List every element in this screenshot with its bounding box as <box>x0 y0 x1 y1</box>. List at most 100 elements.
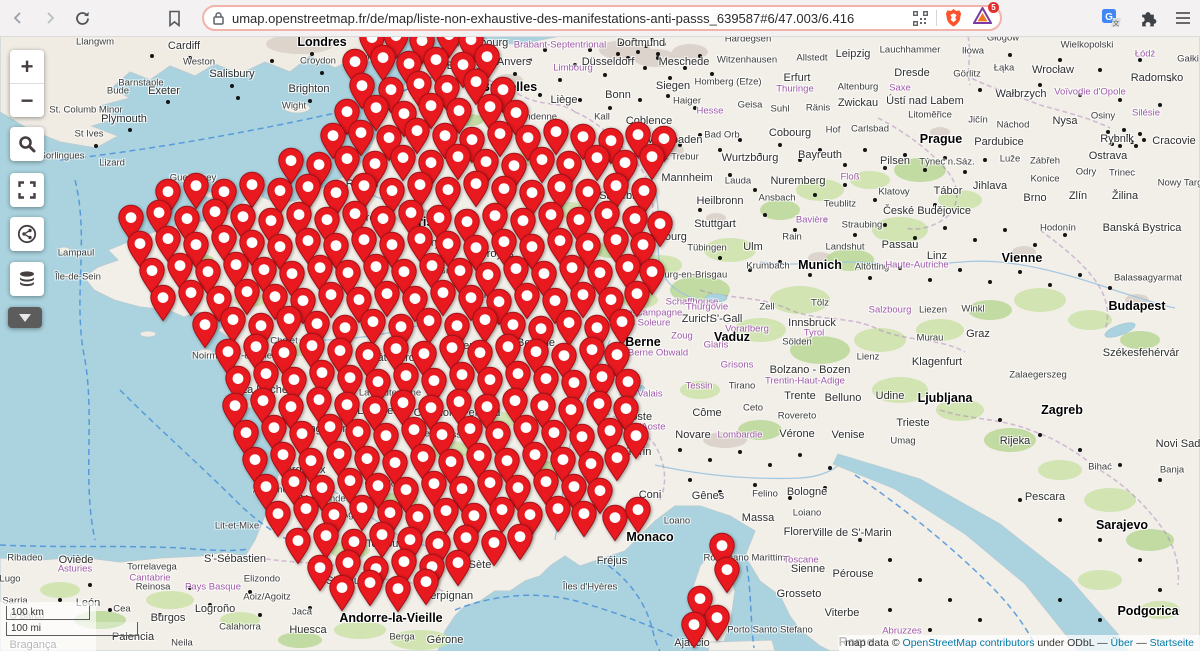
map-label: Dresde <box>894 67 929 79</box>
attribution-prefix: map data © <box>845 637 902 649</box>
city-dot <box>843 163 847 167</box>
map-label: Gérone <box>427 634 464 646</box>
scale-km: 100 km <box>6 606 90 620</box>
city-dot <box>813 193 817 197</box>
city-dot <box>150 54 154 58</box>
map-label: Zwickau <box>838 97 878 109</box>
layers-button[interactable] <box>10 262 44 296</box>
city-dot <box>1122 128 1126 132</box>
map-label: Geisa <box>738 100 763 111</box>
city-dot <box>710 72 714 76</box>
qr-code-icon[interactable] <box>912 10 929 27</box>
map-label: Île-de-Sein <box>55 272 101 283</box>
map-marker-pin[interactable] <box>148 284 178 322</box>
home-link[interactable]: Startseite <box>1150 637 1194 649</box>
map-canvas[interactable]: LlangwmCardiffWestonBarnstapleSalisburyB… <box>0 36 1200 651</box>
map-marker-pin[interactable] <box>383 575 413 613</box>
map-label: Glaris <box>704 340 729 351</box>
map-label: Klagenfurt <box>912 356 962 368</box>
map-label: Székesfehérvár <box>1103 347 1179 359</box>
attribution-sep: — <box>1133 637 1149 649</box>
city-dot <box>853 233 857 237</box>
back-button[interactable] <box>4 4 32 32</box>
map-label: Radomsko <box>1131 72 1184 84</box>
map-label: Allstedt <box>796 53 827 64</box>
extensions-puzzle-icon[interactable] <box>1138 8 1158 28</box>
city-dot <box>1018 270 1022 274</box>
map-label: Jaca <box>292 607 312 618</box>
city-dot <box>666 94 670 98</box>
map-label: Suhl <box>770 104 789 115</box>
city-dot <box>1158 478 1162 482</box>
translate-icon[interactable]: G文 <box>1101 8 1122 29</box>
map-label: Zurich <box>682 313 713 325</box>
map-label: Calahorra <box>219 622 261 633</box>
map-label: Banja <box>1160 465 1184 476</box>
city-dot <box>166 100 170 104</box>
city-dot <box>1078 273 1082 277</box>
map-label: Lugo <box>0 574 21 585</box>
map-label: Brighton <box>289 83 330 95</box>
map-label: Pilsen <box>880 155 910 167</box>
map-marker-pin[interactable] <box>623 496 653 534</box>
share-button[interactable] <box>10 217 44 251</box>
map-label: Lit-et-Mixe <box>215 521 259 532</box>
map-label: Bayreuth <box>798 149 842 161</box>
map-marker-pin[interactable] <box>679 611 709 649</box>
forward-button[interactable] <box>36 4 64 32</box>
osm-contributors-link[interactable]: OpenStreetMap contributors <box>903 637 1035 649</box>
city-dot <box>608 106 612 110</box>
zoom-out-button[interactable]: − <box>10 84 44 117</box>
map-label: Pays Basque <box>185 582 241 593</box>
zoom-in-button[interactable]: + <box>10 50 44 84</box>
brave-shield-icon[interactable] <box>944 8 963 28</box>
map-label: Îles d'Hyères <box>563 582 618 593</box>
map-marker-pin[interactable] <box>355 569 385 607</box>
map-marker-pin[interactable] <box>327 574 357 612</box>
about-link[interactable]: Über <box>1111 637 1134 649</box>
map-label: Wałbrzych <box>996 88 1047 100</box>
city-dot <box>1098 538 1102 542</box>
map-label: Tübingen <box>687 243 727 254</box>
fullscreen-button[interactable] <box>10 173 44 207</box>
map-label: Felino <box>752 489 778 500</box>
map-label: Côme <box>692 407 721 419</box>
city-dot <box>688 478 692 482</box>
city-dot <box>928 278 932 282</box>
url-text[interactable]: umap.openstreetmap.fr/de/map/liste-non-e… <box>232 11 912 26</box>
search-button[interactable] <box>10 127 44 161</box>
map-marker-pin[interactable] <box>443 549 473 587</box>
bookmark-button[interactable] <box>160 4 188 32</box>
map-marker-pin[interactable] <box>569 500 599 538</box>
reload-button[interactable] <box>68 4 96 32</box>
map-label: Týnec n.Sáz. <box>919 157 974 168</box>
city-dot <box>538 93 542 97</box>
map-label: Ansbach <box>759 193 796 204</box>
city-dot <box>258 613 262 617</box>
map-label: Jičín <box>968 115 988 126</box>
map-label: Cardiff <box>168 40 200 52</box>
city-dot <box>768 463 772 467</box>
map-label: S'-Sébastien <box>204 553 266 565</box>
map-label: Lauchhammer <box>880 45 941 56</box>
map-label: Ljubljana <box>918 391 973 405</box>
map-marker-pin[interactable] <box>505 523 535 561</box>
address-bar[interactable]: umap.openstreetmap.fr/de/map/liste-non-e… <box>202 5 1002 31</box>
triangle-extension-button[interactable]: 5 <box>973 7 992 29</box>
city-dot <box>94 144 98 148</box>
city-dot <box>128 128 132 132</box>
collapse-controls-button[interactable] <box>8 307 42 328</box>
map-marker-pin[interactable] <box>637 143 667 181</box>
city-dot <box>636 50 640 54</box>
city-dot <box>698 208 702 212</box>
map-marker-pin[interactable] <box>411 568 441 606</box>
map-label: Iłowa <box>962 46 984 57</box>
city-dot <box>270 59 274 63</box>
map-label: Huesca <box>289 624 326 636</box>
map-label: Cracovie <box>1152 135 1195 147</box>
map-marker-pin[interactable] <box>712 556 742 594</box>
menu-icon[interactable] <box>1174 10 1192 26</box>
divider <box>936 10 937 26</box>
city-dot <box>108 608 112 612</box>
map-label: Trieste <box>896 417 929 429</box>
